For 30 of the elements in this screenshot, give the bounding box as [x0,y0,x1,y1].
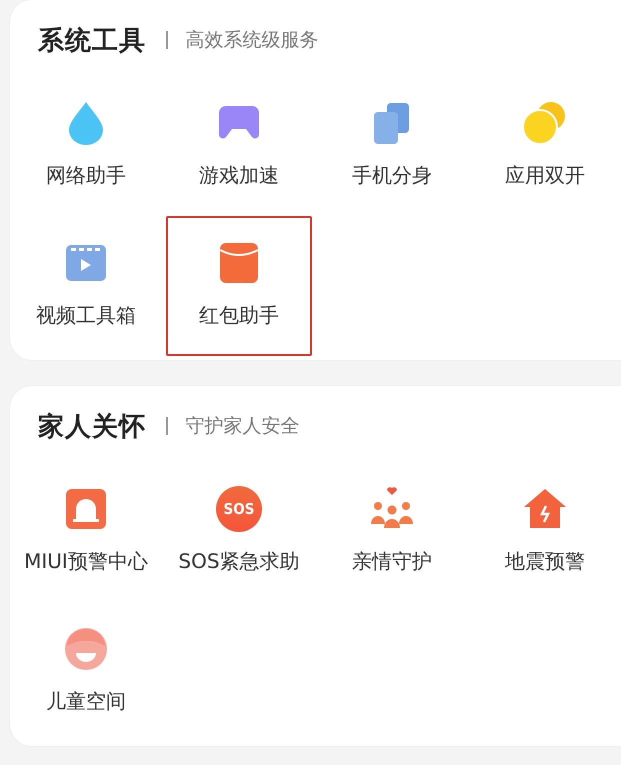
tool-label: MIUI预警中心 [24,548,148,575]
tool-item[interactable]: 网络助手 [13,76,159,216]
tool-label: 地震预警 [505,548,585,575]
alarm-icon [63,486,109,532]
tool-item[interactable]: 手机分身 [319,76,465,216]
tool-label: SOS紧急求助 [178,548,300,575]
sos-icon: SOS [216,486,262,532]
section-subtitle: 守护家人安全 [186,414,300,439]
child-face-icon [63,626,109,672]
tool-item[interactable]: MIUI预警中心 [13,462,159,602]
tool-label: 儿童空间 [46,688,126,715]
tool-label: 网络助手 [46,162,126,189]
tool-item[interactable]: 应用双开 [472,76,618,216]
tool-label: 游戏加速 [199,162,279,189]
section-title: 系统工具 [38,24,146,58]
tool-label: 手机分身 [352,162,432,189]
tool-item[interactable]: 亲情守护 [319,462,465,602]
tool-item[interactable]: 视频工具箱 [13,216,159,356]
tool-label: 视频工具箱 [36,302,136,329]
tool-item[interactable]: SOS SOS紧急求助 [166,462,312,602]
tool-label: 亲情守护 [352,548,432,575]
tool-item[interactable]: 地震预警 [472,462,618,602]
section-subtitle: 高效系统级服务 [186,28,318,53]
highlighted-tool-item[interactable]: 红包助手 [166,216,312,356]
tool-label: 应用双开 [505,162,585,189]
coins-icon [522,100,568,146]
tool-item[interactable]: 游戏加速 [166,76,312,216]
tool-item[interactable]: 儿童空间 [13,602,159,742]
section-title: 家人关怀 [38,410,146,444]
tool-label: 红包助手 [199,302,279,329]
